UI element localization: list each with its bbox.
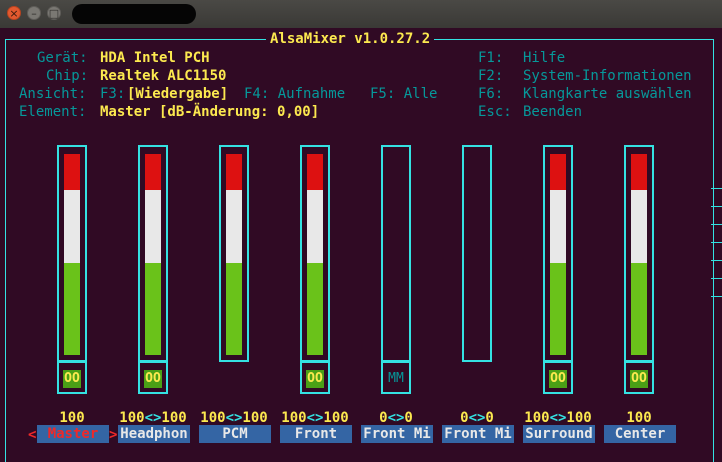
- volume-bar-red: [145, 154, 161, 191]
- volume-bar-white: [64, 190, 80, 263]
- volume-bar-green: [64, 262, 80, 355]
- help-label-f2: System-Informationen: [523, 68, 692, 84]
- volume-bar-green: [145, 262, 161, 355]
- scroll-tick: [711, 260, 722, 261]
- channel-slider[interactable]: [300, 145, 330, 362]
- channel-slider[interactable]: [462, 145, 492, 362]
- volume-bar-green: [226, 262, 242, 355]
- channel-slider[interactable]: [381, 145, 411, 362]
- mixer-title: AlsaMixer v1.0.27.2: [266, 30, 435, 48]
- channel-name[interactable]: Master: [37, 425, 109, 443]
- volume-bar-red: [64, 154, 80, 191]
- help-label-esc: Beenden: [523, 104, 583, 120]
- help-label-f1: Hilfe: [523, 50, 566, 66]
- mute-toggle[interactable]: MM: [381, 361, 411, 394]
- channel-name[interactable]: PCM: [199, 425, 271, 443]
- channel-slider[interactable]: [138, 145, 168, 362]
- channel-slider[interactable]: [219, 145, 249, 362]
- mute-toggle[interactable]: OO: [138, 361, 168, 394]
- maximize-window-button[interactable]: □: [47, 6, 61, 20]
- chip-label: Chip:: [46, 68, 89, 84]
- help-key-f2: F2:: [478, 68, 504, 84]
- mute-indicator: OO: [144, 370, 162, 388]
- volume-bar-red: [631, 154, 647, 191]
- volume-bar-white: [550, 190, 566, 263]
- channel-name[interactable]: Front: [280, 425, 352, 443]
- channel-slider[interactable]: [624, 145, 654, 362]
- view-capture[interactable]: F4: Aufnahme: [244, 85, 345, 103]
- view-all[interactable]: F5: Alle: [370, 85, 437, 103]
- device-value: HDA Intel PCH: [100, 50, 210, 66]
- mute-toggle[interactable]: OO: [543, 361, 573, 394]
- volume-bar-green: [550, 262, 566, 355]
- volume-bar-red: [307, 154, 323, 191]
- chip-value: Realtek ALC1150: [100, 68, 227, 84]
- device-label: Gerät:: [37, 50, 88, 66]
- selection-cursor-right: >: [109, 427, 118, 443]
- mute-indicator: OO: [306, 370, 324, 388]
- close-window-button[interactable]: ×: [7, 6, 21, 20]
- help-key-f6: F6:: [478, 86, 504, 102]
- terminal-area[interactable]: AlsaMixer v1.0.27.2 Gerät: HDA Intel PCH…: [0, 28, 722, 462]
- volume-bar-green: [307, 262, 323, 355]
- volume-bar-green: [631, 262, 647, 355]
- volume-bar-white: [145, 190, 161, 263]
- help-key-esc: Esc:: [478, 104, 512, 120]
- volume-bar-red: [550, 154, 566, 191]
- mute-indicator: OO: [63, 370, 81, 388]
- channel-name[interactable]: Center: [604, 425, 676, 443]
- scroll-tick: [711, 278, 722, 279]
- selection-cursor-left: <: [28, 427, 37, 443]
- element-label: Element:: [19, 104, 87, 120]
- scroll-tick: [711, 206, 722, 207]
- scroll-tick: [711, 242, 722, 243]
- channel-name[interactable]: Headphon: [118, 425, 190, 443]
- channel-name[interactable]: Surround: [523, 425, 595, 443]
- scroll-tick: [711, 188, 722, 189]
- mute-indicator: OO: [549, 370, 567, 388]
- mute-toggle[interactable]: OO: [57, 361, 87, 394]
- mute-indicator: MM: [388, 371, 404, 386]
- channel-slider[interactable]: [57, 145, 87, 362]
- element-value: Master [dB-Änderung: 0,00]: [100, 104, 320, 120]
- help-label-f6: Klangkarte auswählen: [523, 86, 692, 102]
- volume-bar-white: [631, 190, 647, 263]
- mute-toggle[interactable]: OO: [624, 361, 654, 394]
- channel-name[interactable]: Front Mi: [361, 425, 433, 443]
- volume-bar-red: [226, 154, 242, 191]
- view-f3-key: F3:: [100, 86, 126, 102]
- view-label: Ansicht:: [19, 86, 87, 102]
- scroll-tick: [711, 224, 722, 225]
- mute-indicator: OO: [630, 370, 648, 388]
- minimize-window-button[interactable]: –: [27, 6, 41, 20]
- scroll-tick: [711, 296, 722, 297]
- volume-bar-white: [307, 190, 323, 263]
- window-title-redacted: [72, 4, 196, 24]
- help-key-f1: F1:: [478, 50, 504, 66]
- window-titlebar: × – □: [0, 0, 722, 29]
- channel-slider[interactable]: [543, 145, 573, 362]
- view-playback[interactable]: [Wiedergabe]: [127, 85, 228, 103]
- mute-toggle[interactable]: OO: [300, 361, 330, 394]
- channel-name[interactable]: Front Mi: [442, 425, 514, 443]
- volume-bar-white: [226, 190, 242, 263]
